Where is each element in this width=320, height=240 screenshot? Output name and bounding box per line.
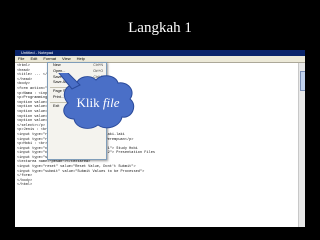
- callout-text: Klik file: [76, 95, 120, 110]
- vertical-scrollbar[interactable]: [298, 63, 305, 227]
- menu-edit[interactable]: Edit: [27, 56, 40, 62]
- menu-file[interactable]: File: [15, 56, 27, 62]
- editor-line: </html>: [17, 183, 33, 188]
- scrollbar-thumb[interactable]: [300, 71, 305, 91]
- klik-file-callout: Klik file: [58, 73, 138, 135]
- slide-title: Langkah 1: [128, 20, 192, 36]
